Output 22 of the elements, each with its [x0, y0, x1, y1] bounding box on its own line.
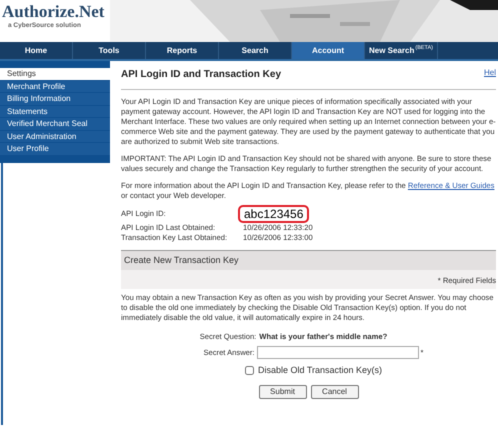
sidebar-item[interactable]: Settings [0, 68, 110, 80]
sidebar-item[interactable]: User Administration [0, 130, 110, 142]
sidebar-item[interactable]: Merchant Profile [0, 80, 110, 92]
section-header: Create New Transaction Key [121, 251, 496, 270]
form-button[interactable]: Cancel [310, 385, 358, 400]
disable-checkbox[interactable] [244, 366, 254, 376]
sidebar-item[interactable]: Verified Merchant Seal [0, 118, 110, 130]
form-button[interactable]: Submit [258, 385, 306, 400]
logo: Authorize.Net [2, 3, 106, 21]
nav-tab[interactable]: Account [292, 42, 365, 59]
nav-tab[interactable]: Tools [73, 42, 146, 59]
sidebar-item[interactable]: User Profile [0, 143, 110, 154]
checkbox-label: Disable Old Transaction Key(s) [258, 364, 382, 377]
page-title: API Login ID and Transaction Key [121, 68, 282, 82]
sidebar-item[interactable]: Statements [0, 106, 110, 117]
cut-off-link[interactable]: Hel [484, 67, 496, 82]
sidebar-item[interactable]: Billing Information [0, 93, 110, 104]
detail-value: abc123456 [238, 205, 310, 223]
nav-tab[interactable]: Home [0, 42, 73, 59]
nav-tab[interactable]: Reports [146, 42, 219, 59]
nav-tab[interactable]: New Search$^{(BETA)}$ [365, 42, 438, 59]
answer-field[interactable] [256, 346, 419, 359]
